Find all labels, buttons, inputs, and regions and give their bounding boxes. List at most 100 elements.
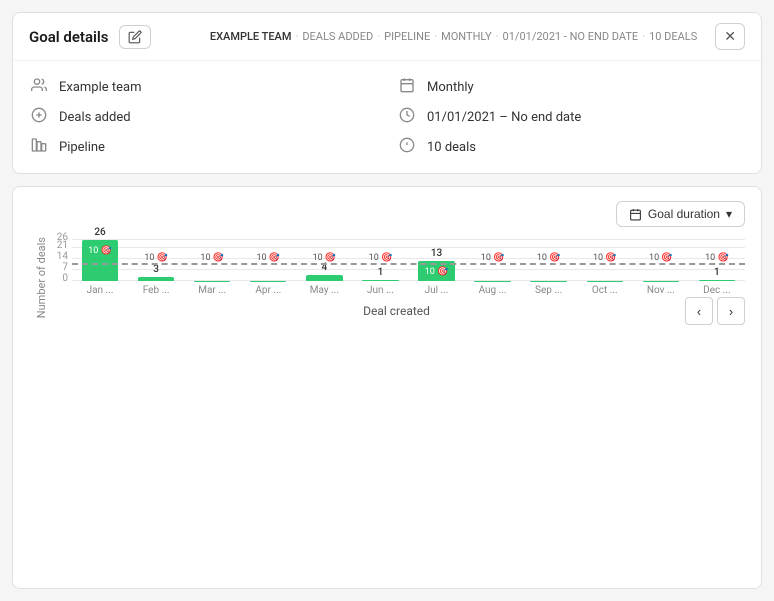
bar-group: 10 🎯: [521, 237, 577, 281]
bar: 10 🎯: [418, 261, 454, 282]
x-label: Jan ...: [72, 285, 128, 296]
y-tick-label: 0: [62, 273, 72, 284]
breadcrumb-monthly: MONTHLY: [441, 30, 492, 43]
bar-value-label: 1: [378, 267, 384, 278]
bar-value-label: 4: [322, 262, 328, 273]
date-range-icon: [397, 107, 417, 127]
bar: 10 🎯: [82, 240, 118, 281]
y-tick-label: 26: [57, 232, 72, 243]
deals-added-icon: [29, 107, 49, 127]
bar-group: 10 🎯: [465, 237, 521, 281]
bar-value-label: 13: [431, 248, 442, 259]
x-label: Aug ...: [465, 285, 521, 296]
monthly-icon: [397, 77, 417, 97]
x-label: Nov ...: [633, 285, 689, 296]
close-button[interactable]: ✕: [715, 23, 745, 50]
bar: [138, 277, 174, 282]
goal-float-label: 10 🎯: [593, 253, 617, 263]
bar-group: 10 🎯: [633, 237, 689, 281]
deals-count-icon: [397, 137, 417, 157]
breadcrumb-dot-1: ·: [295, 30, 298, 43]
x-label: Dec ...: [689, 285, 745, 296]
pipeline-row: Pipeline: [29, 137, 377, 157]
deals-count-label: 10 deals: [427, 140, 476, 155]
bars-wrapper: 2610 🎯310 🎯10 🎯10 🎯410 🎯110 🎯1310 🎯10 🎯1…: [72, 237, 745, 281]
breadcrumb: EXAMPLE TEAM · DEALS ADDED · PIPELINE · …: [210, 30, 697, 43]
y-tick-label: 21: [57, 240, 72, 251]
deals-added-label: Deals added: [59, 110, 131, 125]
goal-float-label: 10 🎯: [144, 253, 168, 263]
goal-duration-button[interactable]: Goal duration ▾: [616, 201, 745, 227]
x-axis-title: Deal created: [363, 304, 430, 318]
bar-value-label: 3: [153, 264, 159, 275]
pipeline-icon: [29, 137, 49, 157]
date-range-label: 01/01/2021 – No end date: [427, 110, 581, 125]
x-label: Jun ...: [352, 285, 408, 296]
breadcrumb-deals-count: 10 DEALS: [649, 30, 697, 43]
goal-float-label: 10 🎯: [649, 253, 673, 263]
x-label: Sep ...: [521, 285, 577, 296]
bar-group: 110 🎯: [689, 237, 745, 281]
breadcrumb-pipeline: PIPELINE: [384, 30, 430, 43]
breadcrumb-deals: DEALS ADDED: [302, 30, 373, 43]
breadcrumb-dot-2: ·: [377, 30, 380, 43]
chart-toolbar: Goal duration ▾: [29, 201, 745, 227]
team-row: Example team: [29, 77, 377, 97]
goal-label: 10 🎯: [425, 267, 449, 277]
x-label: Oct ...: [577, 285, 633, 296]
breadcrumb-dot-3: ·: [434, 30, 437, 43]
monthly-row: Monthly: [397, 77, 745, 97]
y-axis-label: Number of deals: [29, 237, 48, 318]
goal-float-label: 10 🎯: [313, 253, 337, 263]
x-label: Feb ...: [128, 285, 184, 296]
bar-value-label: 26: [94, 227, 105, 238]
y-tick-label: 7: [62, 262, 72, 273]
goal-float-label: 10 🎯: [369, 253, 393, 263]
bar-group: 10 🎯: [184, 237, 240, 281]
chart-main: 071421262610 🎯310 🎯10 🎯10 🎯410 🎯110 🎯131…: [48, 237, 745, 318]
deals-count-row: 10 deals: [397, 137, 745, 157]
card-header: Goal details EXAMPLE TEAM · DEALS ADDED …: [13, 13, 761, 61]
goal-float-label: 10 🎯: [200, 253, 224, 263]
bar-group: 10 🎯: [577, 237, 633, 281]
pipeline-label: Pipeline: [59, 140, 105, 155]
goal-float-label: 10 🎯: [481, 253, 505, 263]
x-axis: Jan ...Feb ...Mar ...Apr ...May ...Jun .…: [72, 285, 745, 296]
nav-buttons: ‹ ›: [685, 297, 745, 325]
bar-group: 410 🎯: [296, 237, 352, 281]
bar: [699, 280, 735, 282]
chart-card: Goal duration ▾ Number of deals 07142126…: [12, 186, 762, 589]
chart-area: Number of deals 071421262610 🎯310 🎯10 🎯1…: [29, 237, 745, 318]
bar-group: 2610 🎯: [72, 237, 128, 281]
chart-footer: Deal created ‹ ›: [48, 304, 745, 318]
deals-added-row: Deals added: [29, 107, 377, 127]
goal-details-card: Goal details EXAMPLE TEAM · DEALS ADDED …: [12, 12, 762, 174]
team-icon: [29, 77, 49, 97]
breadcrumb-team: EXAMPLE TEAM: [210, 30, 292, 43]
goal-duration-label: Goal duration: [648, 207, 720, 221]
bar-group: 1 10 🎯: [352, 237, 408, 281]
chevron-down-icon: ▾: [726, 207, 732, 221]
goal-label: 10 🎯: [88, 246, 112, 256]
breadcrumb-dot-5: ·: [642, 30, 645, 43]
card-title: Goal details: [29, 28, 109, 46]
x-label: May ...: [296, 285, 352, 296]
date-range-row: 01/01/2021 – No end date: [397, 107, 745, 127]
team-label: Example team: [59, 80, 142, 95]
chart-inner: 071421262610 🎯310 🎯10 🎯10 🎯410 🎯110 🎯131…: [48, 237, 745, 281]
y-tick-label: 14: [57, 251, 72, 262]
breadcrumb-dot-4: ·: [496, 30, 499, 43]
prev-button[interactable]: ‹: [685, 297, 713, 325]
bar: [306, 275, 342, 281]
bar-group: 13 10 🎯: [408, 237, 464, 281]
goal-float-label: 10 🎯: [537, 253, 561, 263]
card-body: Example team Monthly: [13, 61, 761, 173]
edit-button[interactable]: [119, 25, 151, 49]
goal-float-label: 10 🎯: [256, 253, 280, 263]
bar-group: 310 🎯: [128, 237, 184, 281]
bar: [362, 280, 398, 282]
next-button[interactable]: ›: [717, 297, 745, 325]
bar-value-label: 1: [714, 267, 720, 278]
breadcrumb-dates: 01/01/2021 - NO END DATE: [503, 30, 639, 43]
monthly-label: Monthly: [427, 80, 474, 95]
